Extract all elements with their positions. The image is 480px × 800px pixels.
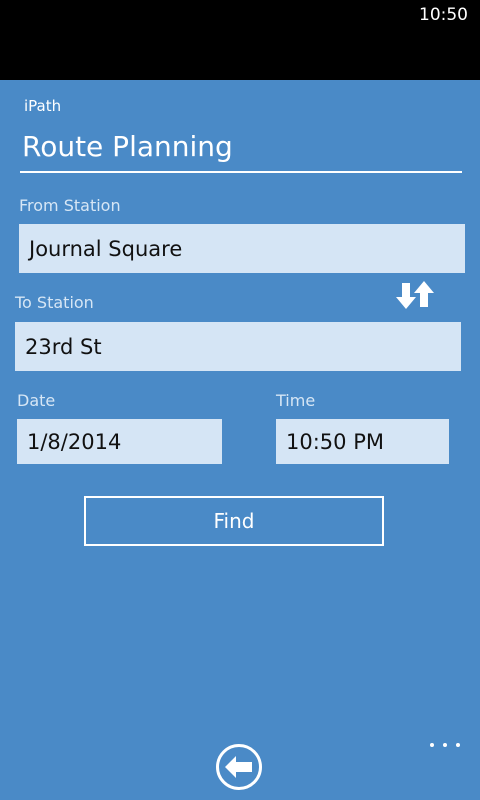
app-name: iPath	[24, 97, 62, 115]
from-station-field[interactable]: Journal Square	[19, 224, 465, 273]
page-title: Route Planning	[22, 130, 233, 163]
from-station-label: From Station	[19, 196, 121, 215]
date-label: Date	[17, 391, 56, 410]
ellipsis-dot	[430, 743, 434, 747]
to-station-label: To Station	[15, 293, 94, 312]
time-field[interactable]: 10:50 PM	[276, 419, 449, 464]
back-button[interactable]	[216, 744, 262, 790]
swap-stations-icon[interactable]	[396, 281, 434, 309]
ellipsis-dot	[456, 743, 460, 747]
back-arrow-icon	[225, 756, 252, 778]
ellipsis-dot	[443, 743, 447, 747]
title-underline	[20, 171, 462, 173]
find-button[interactable]: Find	[84, 496, 384, 546]
status-bar: 10:50	[0, 0, 480, 80]
more-options-button[interactable]	[430, 735, 460, 755]
time-label: Time	[276, 391, 316, 410]
to-station-field[interactable]: 23rd St	[15, 322, 461, 371]
date-field[interactable]: 1/8/2014	[17, 419, 222, 464]
status-time: 10:50	[419, 5, 468, 25]
